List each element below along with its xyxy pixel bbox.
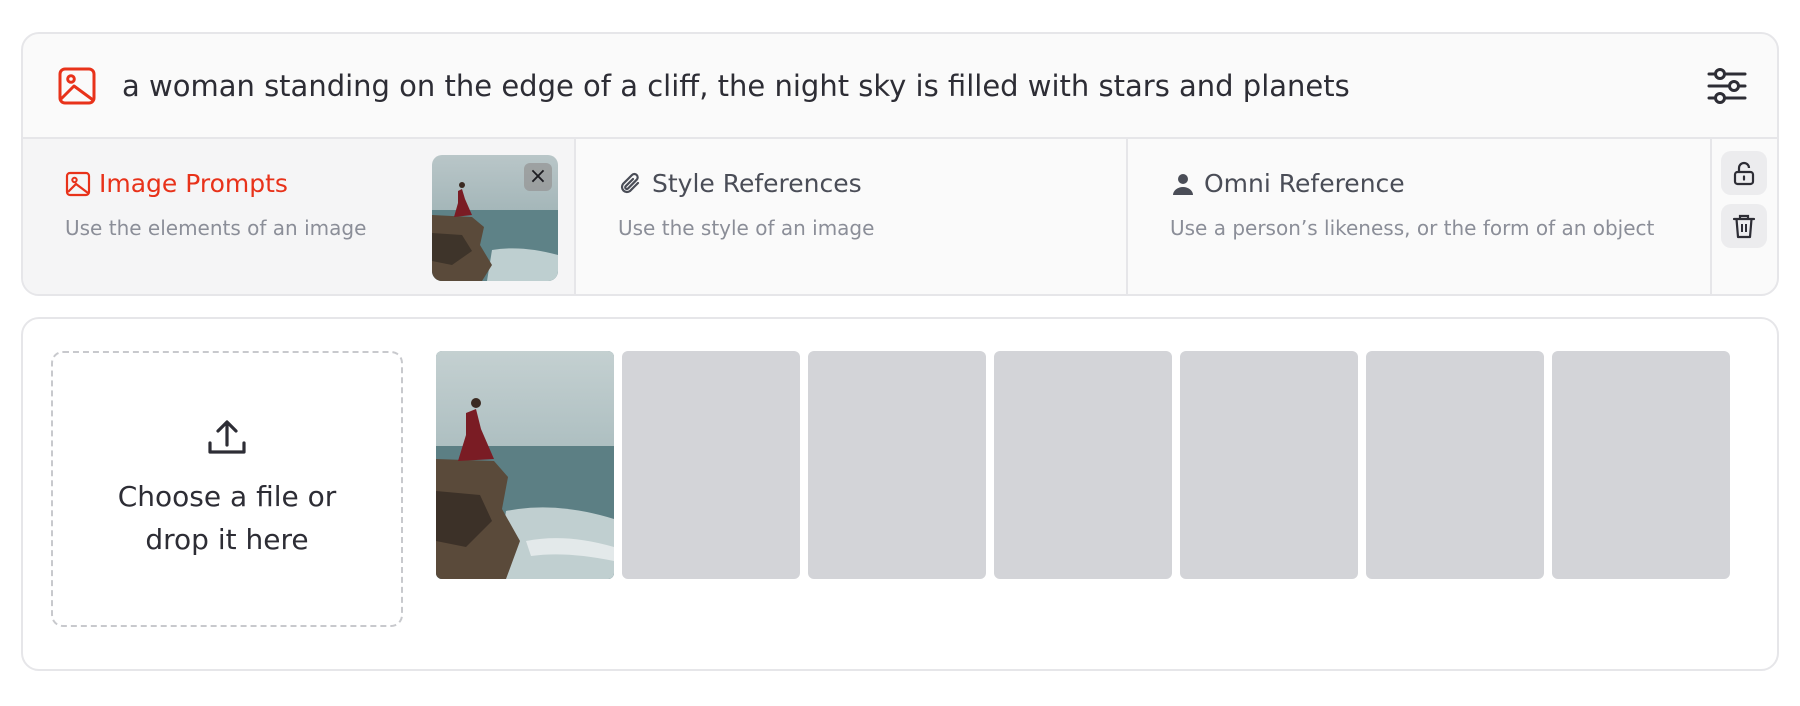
tab-image-prompts-header: Image Prompts — [65, 169, 288, 198]
prompt-card: a woman standing on the edge of a cliff,… — [21, 32, 1779, 296]
tab-style-references-title: Style References — [652, 169, 862, 198]
gallery-item[interactable] — [436, 351, 614, 579]
tab-image-prompts[interactable]: Image Prompts Use the elements of an ima… — [23, 139, 576, 294]
gallery-placeholder — [1552, 351, 1730, 579]
tab-omni-reference-header: Omni Reference — [1170, 169, 1405, 198]
tab-omni-reference[interactable]: Omni Reference Use a person’s likeness, … — [1128, 139, 1712, 294]
gallery-placeholder — [622, 351, 800, 579]
gallery-placeholder — [1180, 351, 1358, 579]
tab-style-references-description: Use the style of an image — [618, 216, 875, 240]
reference-tabs: Image Prompts Use the elements of an ima… — [23, 137, 1777, 294]
gallery-placeholder — [994, 351, 1172, 579]
tab-image-prompts-description: Use the elements of an image — [65, 216, 367, 240]
tab-omni-reference-title: Omni Reference — [1204, 169, 1405, 198]
cliff-image — [436, 351, 614, 579]
side-actions — [1711, 139, 1777, 294]
dropzone-label: Choose a file or drop it here — [117, 480, 337, 556]
upload-icon — [206, 417, 248, 475]
unlock-button[interactable] — [1721, 151, 1767, 195]
tab-image-prompts-title: Image Prompts — [99, 169, 288, 198]
gallery-placeholder — [1366, 351, 1544, 579]
paperclip-icon — [618, 171, 644, 197]
image-prompt-thumbnail[interactable]: × — [432, 155, 558, 281]
image-icon — [65, 171, 91, 197]
prompt-bar[interactable]: a woman standing on the edge of a cliff,… — [23, 34, 1777, 137]
tab-style-references-header: Style References — [618, 169, 862, 198]
gallery-placeholder — [808, 351, 986, 579]
delete-button[interactable] — [1721, 204, 1767, 248]
sliders-icon[interactable] — [1705, 64, 1749, 108]
unlock-icon — [1731, 160, 1757, 186]
file-dropzone[interactable]: Choose a file or drop it here — [51, 351, 403, 627]
upload-card: Choose a file or drop it here — [21, 317, 1779, 671]
close-icon[interactable]: × — [524, 163, 552, 191]
person-icon — [1170, 171, 1196, 197]
tab-style-references[interactable]: Style References Use the style of an ima… — [576, 139, 1128, 294]
tab-omni-reference-description: Use a person’s likeness, or the form of … — [1170, 216, 1655, 240]
prompt-input[interactable]: a woman standing on the edge of a cliff,… — [122, 34, 1350, 137]
image-icon — [57, 66, 97, 106]
trash-icon — [1731, 213, 1757, 239]
